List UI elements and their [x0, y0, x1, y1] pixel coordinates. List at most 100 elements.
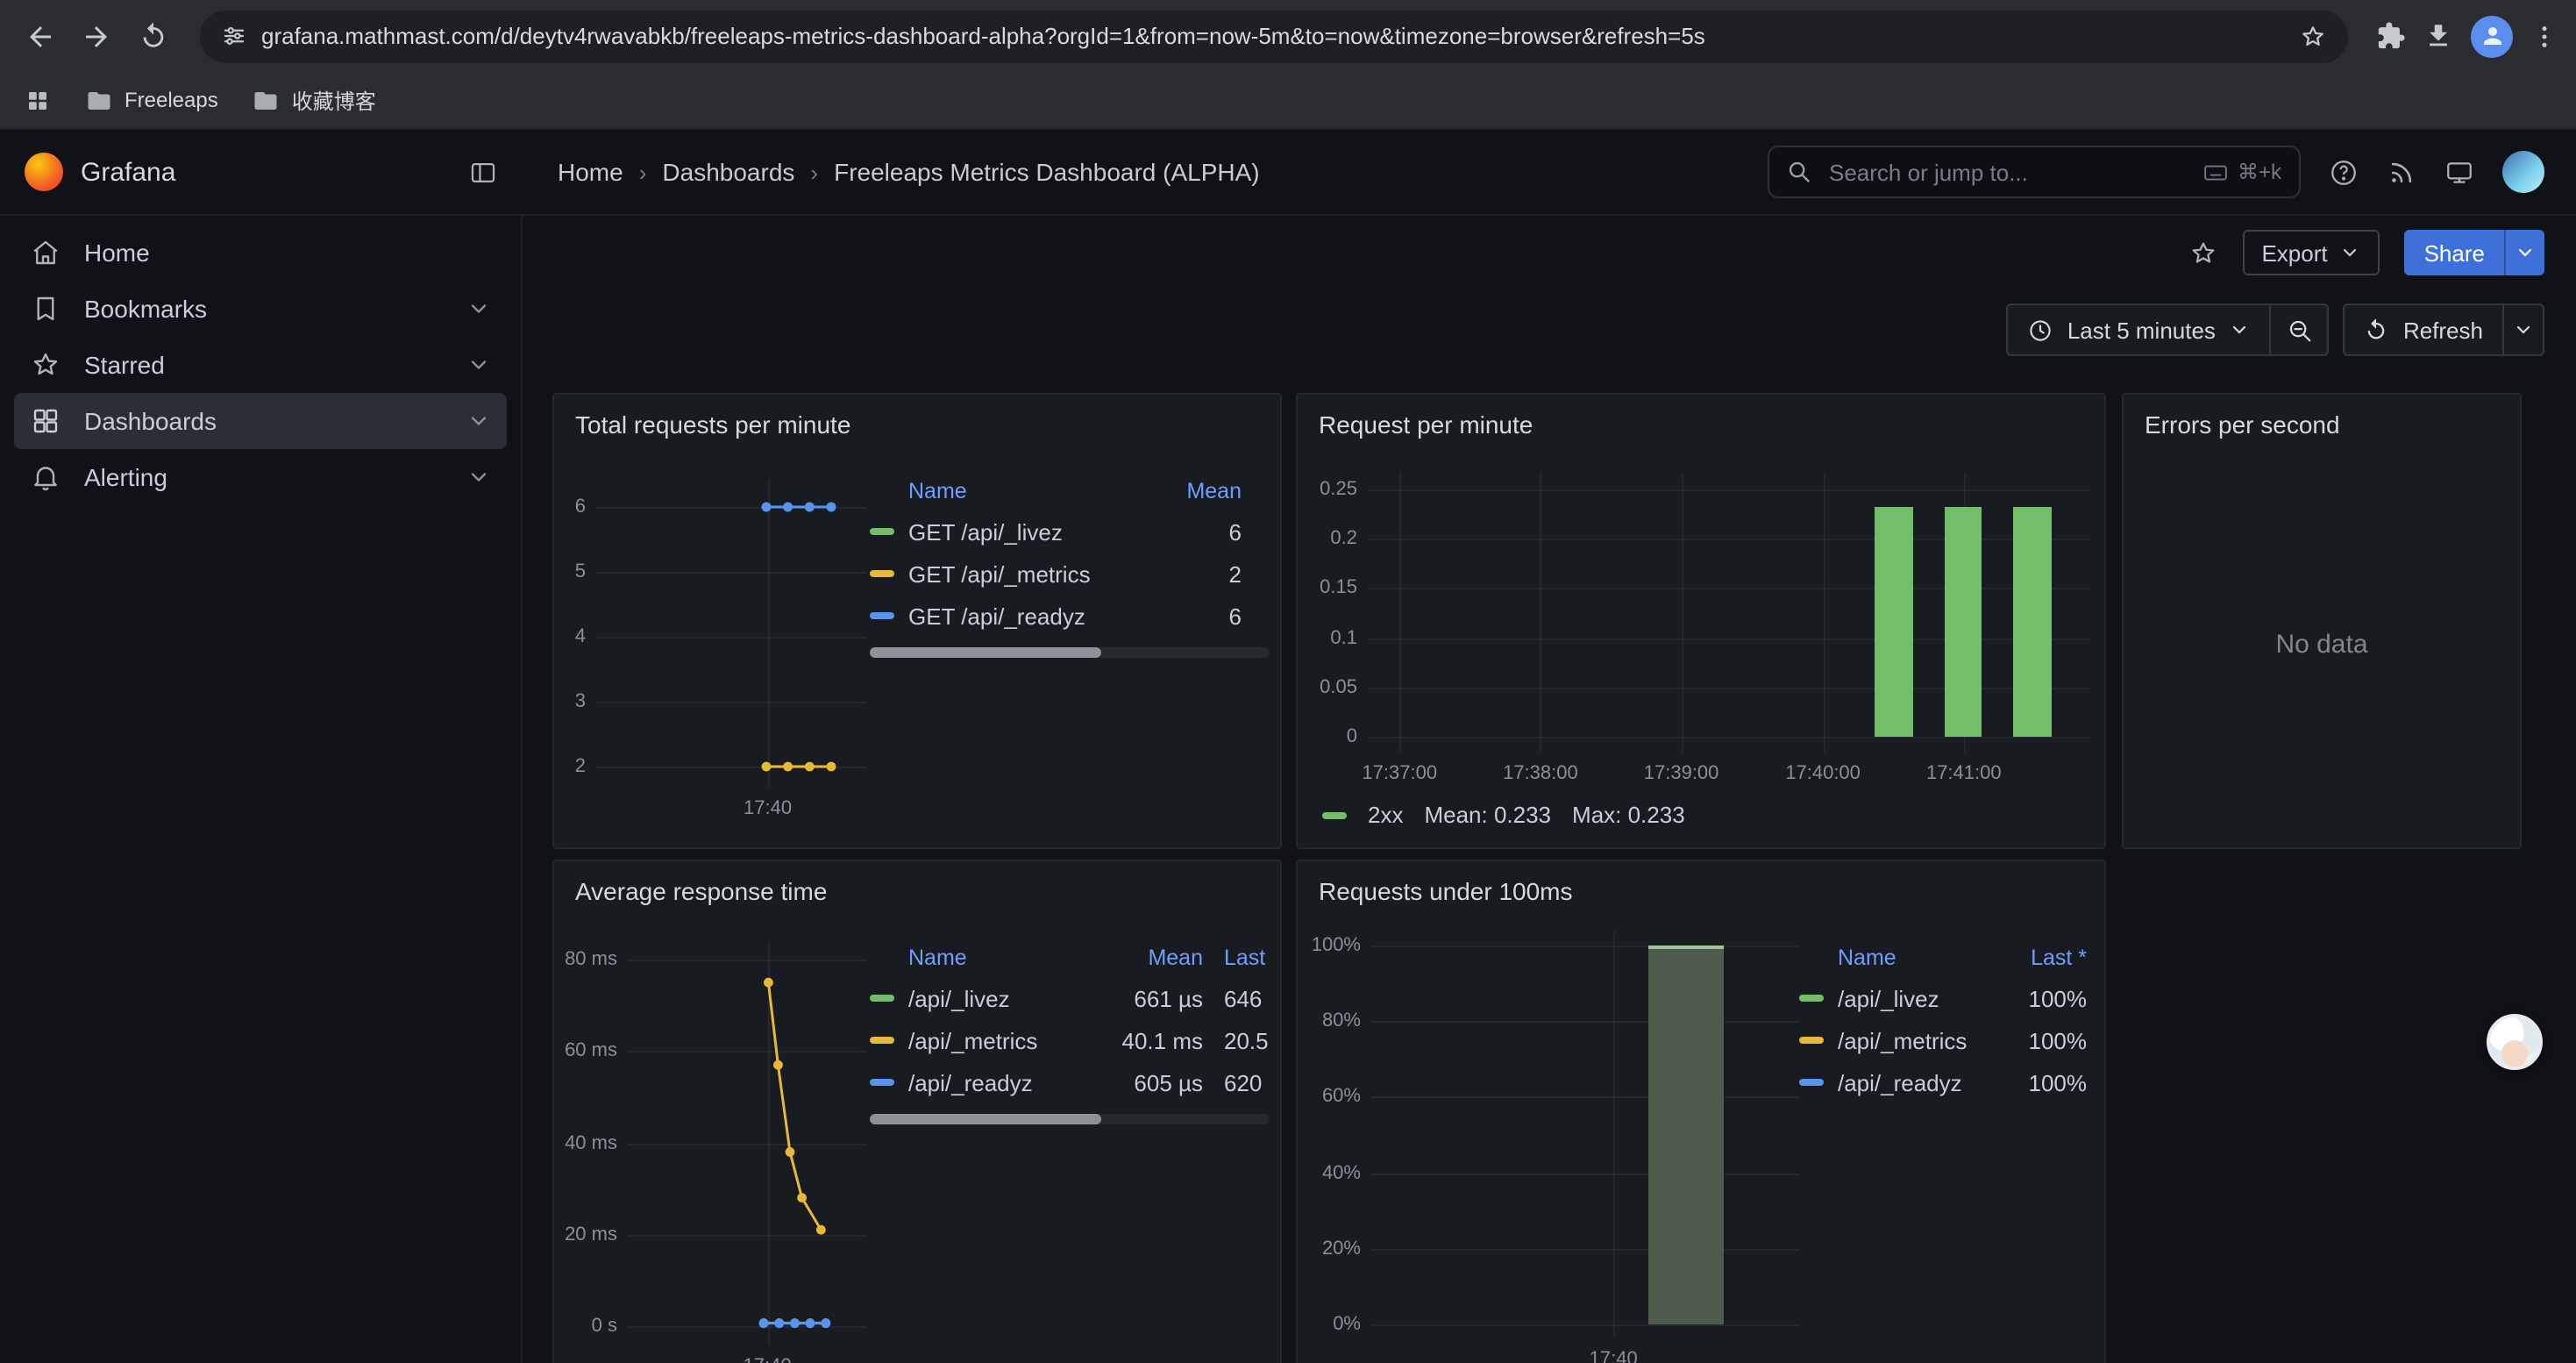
panel-title[interactable]: Average response time — [554, 861, 1280, 905]
tv-mode-icon[interactable] — [2444, 157, 2474, 187]
downloads-icon[interactable] — [2423, 21, 2453, 51]
legend-row[interactable]: /api/_metrics 100% — [1799, 1019, 2094, 1061]
search-icon — [1787, 160, 1811, 184]
legend-row[interactable]: /api/_metrics 40.1 ms 20.5 ms — [870, 1019, 1270, 1061]
dashboard-content: Export Share Last 5 minutes — [523, 216, 2576, 1363]
y-tick-label: 80 ms — [565, 949, 617, 970]
url-text: grafana.mathmast.com/d/deytv4rwavabkb/fr… — [261, 23, 2285, 49]
apps-grid-icon[interactable] — [25, 87, 51, 113]
legend-col-mean[interactable]: Mean — [1094, 946, 1203, 970]
series-marker — [1799, 1037, 1824, 1044]
refresh-icon — [2365, 318, 2389, 342]
chevron-down-icon[interactable] — [466, 353, 491, 377]
legend-col-mean[interactable]: Mean — [1133, 479, 1242, 503]
help-icon[interactable] — [2329, 157, 2359, 187]
legend-col-last[interactable]: Last * — [1996, 946, 2087, 970]
legend-series-name: 2xx — [1368, 802, 1403, 828]
time-range-picker[interactable]: Last 5 minutes — [2006, 303, 2272, 356]
gridline — [1371, 1324, 1799, 1326]
series-plot — [628, 942, 866, 1345]
legend-col-name[interactable]: Name — [908, 946, 967, 970]
breadcrumb-dashboards[interactable]: Dashboards — [662, 158, 794, 186]
legend-col-name[interactable]: Name — [908, 479, 967, 503]
dock-menu-icon[interactable] — [468, 157, 498, 187]
favorite-star-button[interactable] — [2188, 238, 2217, 268]
legend-row[interactable]: /api/_livez 661 µs 646 — [870, 977, 1270, 1019]
legend-line[interactable]: 2xx Mean: 0.233 Max: 0.233 — [1322, 802, 1685, 828]
legend-row[interactable]: /api/_livez 100% — [1799, 977, 2094, 1019]
scrollbar-thumb[interactable] — [870, 647, 1101, 658]
user-avatar[interactable] — [2502, 151, 2544, 193]
panel-title[interactable]: Request per minute — [1298, 395, 2104, 439]
forward-button[interactable] — [70, 10, 123, 62]
share-button[interactable]: Share — [2405, 230, 2504, 275]
brand-name: Grafana — [81, 157, 451, 187]
back-button[interactable] — [14, 10, 67, 62]
url-bar[interactable]: grafana.mathmast.com/d/deytv4rwavabkb/fr… — [200, 10, 2348, 62]
bookmark-item-freeleaps[interactable]: Freeleaps — [86, 87, 218, 113]
sidebar: Home Bookmarks Starred — [0, 216, 523, 1363]
news-rss-icon[interactable] — [2387, 157, 2416, 187]
person-icon — [2479, 23, 2505, 49]
sidebar-item-starred[interactable]: Starred — [14, 337, 507, 393]
legend-row[interactable]: GET /api/_readyz 6 — [870, 595, 1270, 637]
legend-row[interactable]: /api/_readyz 100% — [1799, 1061, 2094, 1103]
sidebar-item-dashboards[interactable]: Dashboards — [14, 393, 507, 449]
y-tick-label: 5 — [575, 561, 586, 582]
gridline — [1823, 472, 1825, 753]
share-split-button: Share — [2405, 230, 2544, 275]
share-menu-button[interactable] — [2504, 230, 2544, 275]
bookmark-item-blogs[interactable]: 收藏博客 — [253, 85, 376, 115]
request-per-minute-chart[interactable]: 0.250.20.150.10.05017:37:0017:38:0017:39… — [1312, 472, 2090, 788]
y-tick-label: 0.15 — [1320, 578, 1357, 599]
breadcrumb-separator: › — [623, 159, 663, 185]
export-button[interactable]: Export — [2242, 230, 2380, 275]
series-marker — [870, 612, 894, 619]
folder-icon — [253, 87, 280, 113]
total-requests-chart[interactable]: 6543217:40 — [561, 479, 866, 823]
gridline — [1368, 489, 2090, 491]
zoom-out-button[interactable] — [2270, 303, 2330, 356]
search-shortcut: ⌘+k — [2202, 159, 2281, 185]
search-input[interactable] — [1825, 157, 2188, 187]
sidebar-item-bookmarks[interactable]: Bookmarks — [14, 281, 507, 337]
y-tick-label: 4 — [575, 626, 586, 647]
bar — [1944, 506, 1982, 737]
avg-response-time-chart[interactable]: 80 ms60 ms40 ms20 ms0 s17:40 — [561, 942, 866, 1363]
panel-title[interactable]: Total requests per minute — [554, 395, 1280, 439]
chevron-down-icon[interactable] — [466, 409, 491, 433]
legend-scrollbar[interactable] — [870, 647, 1270, 658]
menu-dots-icon[interactable] — [2530, 22, 2558, 50]
refresh-interval-button[interactable] — [2502, 303, 2544, 356]
site-settings-icon[interactable] — [221, 23, 247, 49]
chevron-down-icon[interactable] — [466, 296, 491, 321]
reload-button[interactable] — [126, 10, 179, 62]
legend-table: Name Last * /api/_livez 100% /api/_metri… — [1799, 938, 2094, 1103]
sidebar-item-alerting[interactable]: Alerting — [14, 449, 507, 505]
sidebar-item-home[interactable]: Home — [14, 225, 507, 281]
legend-row[interactable]: GET /api/_livez 6 — [870, 510, 1270, 553]
y-tick-label: 100% — [1312, 935, 1361, 956]
panel-title[interactable]: Errors per second — [2124, 395, 2520, 439]
panel-title[interactable]: Requests under 100ms — [1298, 861, 2104, 905]
scrollbar-thumb[interactable] — [870, 1114, 1101, 1124]
y-tick-label: 20% — [1322, 1238, 1361, 1260]
bookmarks-bar: Freeleaps 收藏博客 — [0, 72, 2576, 130]
refresh-button[interactable]: Refresh — [2344, 303, 2504, 356]
grafana-logo-icon[interactable] — [25, 153, 63, 191]
legend-col-name[interactable]: Name — [1838, 946, 1896, 970]
legend-row[interactable]: /api/_readyz 605 µs 620 — [870, 1061, 1270, 1103]
breadcrumb-home[interactable]: Home — [558, 158, 623, 186]
x-tick-label: 17:39:00 — [1644, 763, 1719, 784]
assistant-avatar[interactable] — [2487, 1014, 2543, 1070]
bookmark-star-icon[interactable] — [2299, 22, 2327, 50]
profile-avatar[interactable] — [2471, 15, 2513, 57]
search-box[interactable]: ⌘+k — [1768, 146, 2301, 198]
legend-col-last[interactable]: Last — [1203, 946, 1270, 970]
extensions-icon[interactable] — [2376, 21, 2406, 51]
legend-scrollbar[interactable] — [870, 1114, 1270, 1124]
legend-row[interactable]: GET /api/_metrics 2 — [870, 553, 1270, 595]
series-marker — [1799, 995, 1824, 1002]
requests-under-100ms-chart[interactable]: 100%80%60%40%20%0%17:40 — [1312, 931, 1799, 1363]
chevron-down-icon[interactable] — [466, 465, 491, 489]
